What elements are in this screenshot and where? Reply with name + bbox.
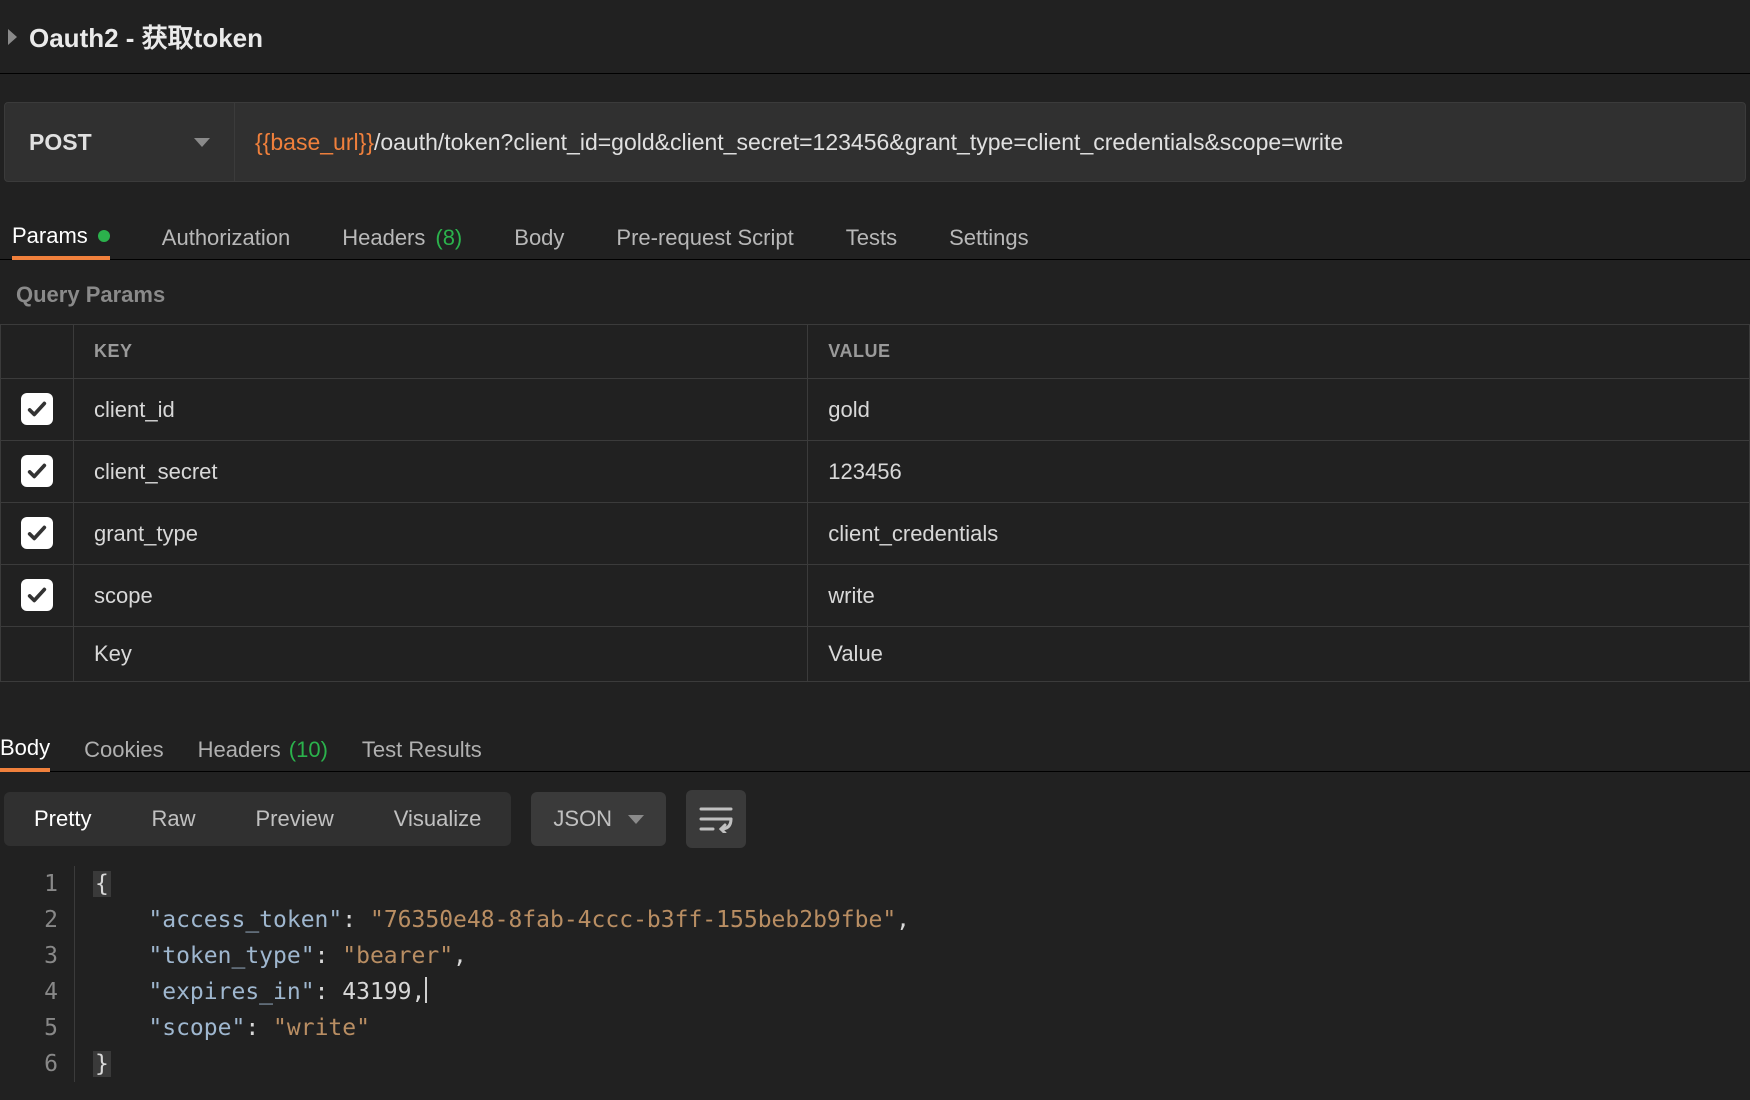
resp-tab-body-label: Body bbox=[0, 735, 50, 761]
response-body-viewer[interactable]: 123456 { "access_token": "76350e48-8fab-… bbox=[0, 858, 1750, 1082]
param-value-cell[interactable]: 123456 bbox=[808, 441, 1750, 503]
resp-tab-headers-label: Headers bbox=[198, 737, 281, 763]
param-checkbox[interactable] bbox=[21, 579, 53, 611]
param-row: client_secret123456 bbox=[1, 441, 1750, 503]
url-path: /oauth/token?client_id=gold&client_secre… bbox=[374, 129, 1343, 156]
line-gutter: 123456 bbox=[0, 866, 74, 1082]
tab-prerequest-label: Pre-request Script bbox=[616, 225, 793, 251]
tab-prerequest[interactable]: Pre-request Script bbox=[616, 216, 793, 259]
caret-down-icon bbox=[628, 815, 644, 824]
param-key-cell[interactable]: client_secret bbox=[74, 441, 808, 503]
param-row-new: KeyValue bbox=[1, 627, 1750, 682]
param-checkbox[interactable] bbox=[21, 455, 53, 487]
response-tabs: Body Cookies Headers (10) Test Results bbox=[0, 704, 1750, 772]
request-title-bar: Oauth2 - 获取token bbox=[0, 0, 1750, 74]
tab-body-label: Body bbox=[514, 225, 564, 251]
request-row: POST {{base_url}}/oauth/token?client_id=… bbox=[4, 102, 1746, 182]
tab-settings[interactable]: Settings bbox=[949, 216, 1029, 259]
col-checkbox bbox=[1, 325, 74, 379]
tab-tests-label: Tests bbox=[846, 225, 897, 251]
param-checkbox[interactable] bbox=[21, 393, 53, 425]
tab-params-label: Params bbox=[12, 223, 88, 249]
tab-settings-label: Settings bbox=[949, 225, 1029, 251]
resp-tab-cookies[interactable]: Cookies bbox=[84, 728, 163, 771]
params-active-dot-icon bbox=[98, 230, 110, 242]
view-pretty[interactable]: Pretty bbox=[4, 792, 121, 846]
param-value-cell[interactable]: client_credentials bbox=[808, 503, 1750, 565]
param-row: scopewrite bbox=[1, 565, 1750, 627]
view-visualize[interactable]: Visualize bbox=[364, 792, 512, 846]
collapse-toggle-icon[interactable] bbox=[8, 29, 17, 45]
tab-tests[interactable]: Tests bbox=[846, 216, 897, 259]
response-code: { "access_token": "76350e48-8fab-4ccc-b3… bbox=[74, 866, 910, 1082]
param-key-cell[interactable]: grant_type bbox=[74, 503, 808, 565]
query-params-heading: Query Params bbox=[0, 260, 1750, 324]
resp-tab-testresults-label: Test Results bbox=[362, 737, 482, 763]
view-raw[interactable]: Raw bbox=[121, 792, 225, 846]
request-title: Oauth2 - 获取token bbox=[29, 18, 263, 55]
param-key-cell[interactable]: scope bbox=[74, 565, 808, 627]
tab-authorization[interactable]: Authorization bbox=[162, 216, 290, 259]
url-variable: {{base_url}} bbox=[255, 129, 374, 156]
col-value-header: VALUE bbox=[808, 325, 1750, 379]
param-key-input[interactable]: Key bbox=[74, 627, 808, 682]
param-checkbox[interactable] bbox=[21, 517, 53, 549]
tab-headers[interactable]: Headers (8) bbox=[342, 216, 462, 259]
view-mode-group: Pretty Raw Preview Visualize bbox=[4, 792, 511, 846]
tab-authorization-label: Authorization bbox=[162, 225, 290, 251]
param-key-cell[interactable]: client_id bbox=[74, 379, 808, 441]
tab-headers-count: (8) bbox=[435, 225, 462, 251]
resp-tab-testresults[interactable]: Test Results bbox=[362, 728, 482, 771]
response-view-controls: Pretty Raw Preview Visualize JSON bbox=[0, 772, 1750, 858]
resp-tab-body[interactable]: Body bbox=[0, 729, 50, 772]
resp-tab-headers-count: (10) bbox=[289, 737, 328, 763]
url-input[interactable]: {{base_url}}/oauth/token?client_id=gold&… bbox=[235, 103, 1745, 181]
response-format-label: JSON bbox=[553, 806, 612, 832]
param-value-cell[interactable]: gold bbox=[808, 379, 1750, 441]
request-tabs: Params Authorization Headers (8) Body Pr… bbox=[0, 182, 1750, 260]
wrap-lines-button[interactable] bbox=[686, 790, 746, 848]
param-row: grant_typeclient_credentials bbox=[1, 503, 1750, 565]
resp-tab-cookies-label: Cookies bbox=[84, 737, 163, 763]
resp-tab-headers[interactable]: Headers (10) bbox=[198, 728, 328, 771]
http-method-label: POST bbox=[29, 129, 92, 156]
query-params-table: KEY VALUE client_idgoldclient_secret1234… bbox=[0, 324, 1750, 682]
http-method-select[interactable]: POST bbox=[5, 103, 235, 181]
param-checkbox-empty bbox=[1, 627, 74, 682]
tab-params[interactable]: Params bbox=[12, 217, 110, 260]
tab-headers-label: Headers bbox=[342, 225, 425, 251]
param-value-cell[interactable]: write bbox=[808, 565, 1750, 627]
caret-down-icon bbox=[194, 138, 210, 147]
col-key-header: KEY bbox=[74, 325, 808, 379]
view-preview[interactable]: Preview bbox=[225, 792, 363, 846]
param-row: client_idgold bbox=[1, 379, 1750, 441]
tab-body[interactable]: Body bbox=[514, 216, 564, 259]
param-value-input[interactable]: Value bbox=[808, 627, 1750, 682]
response-format-select[interactable]: JSON bbox=[531, 792, 666, 846]
